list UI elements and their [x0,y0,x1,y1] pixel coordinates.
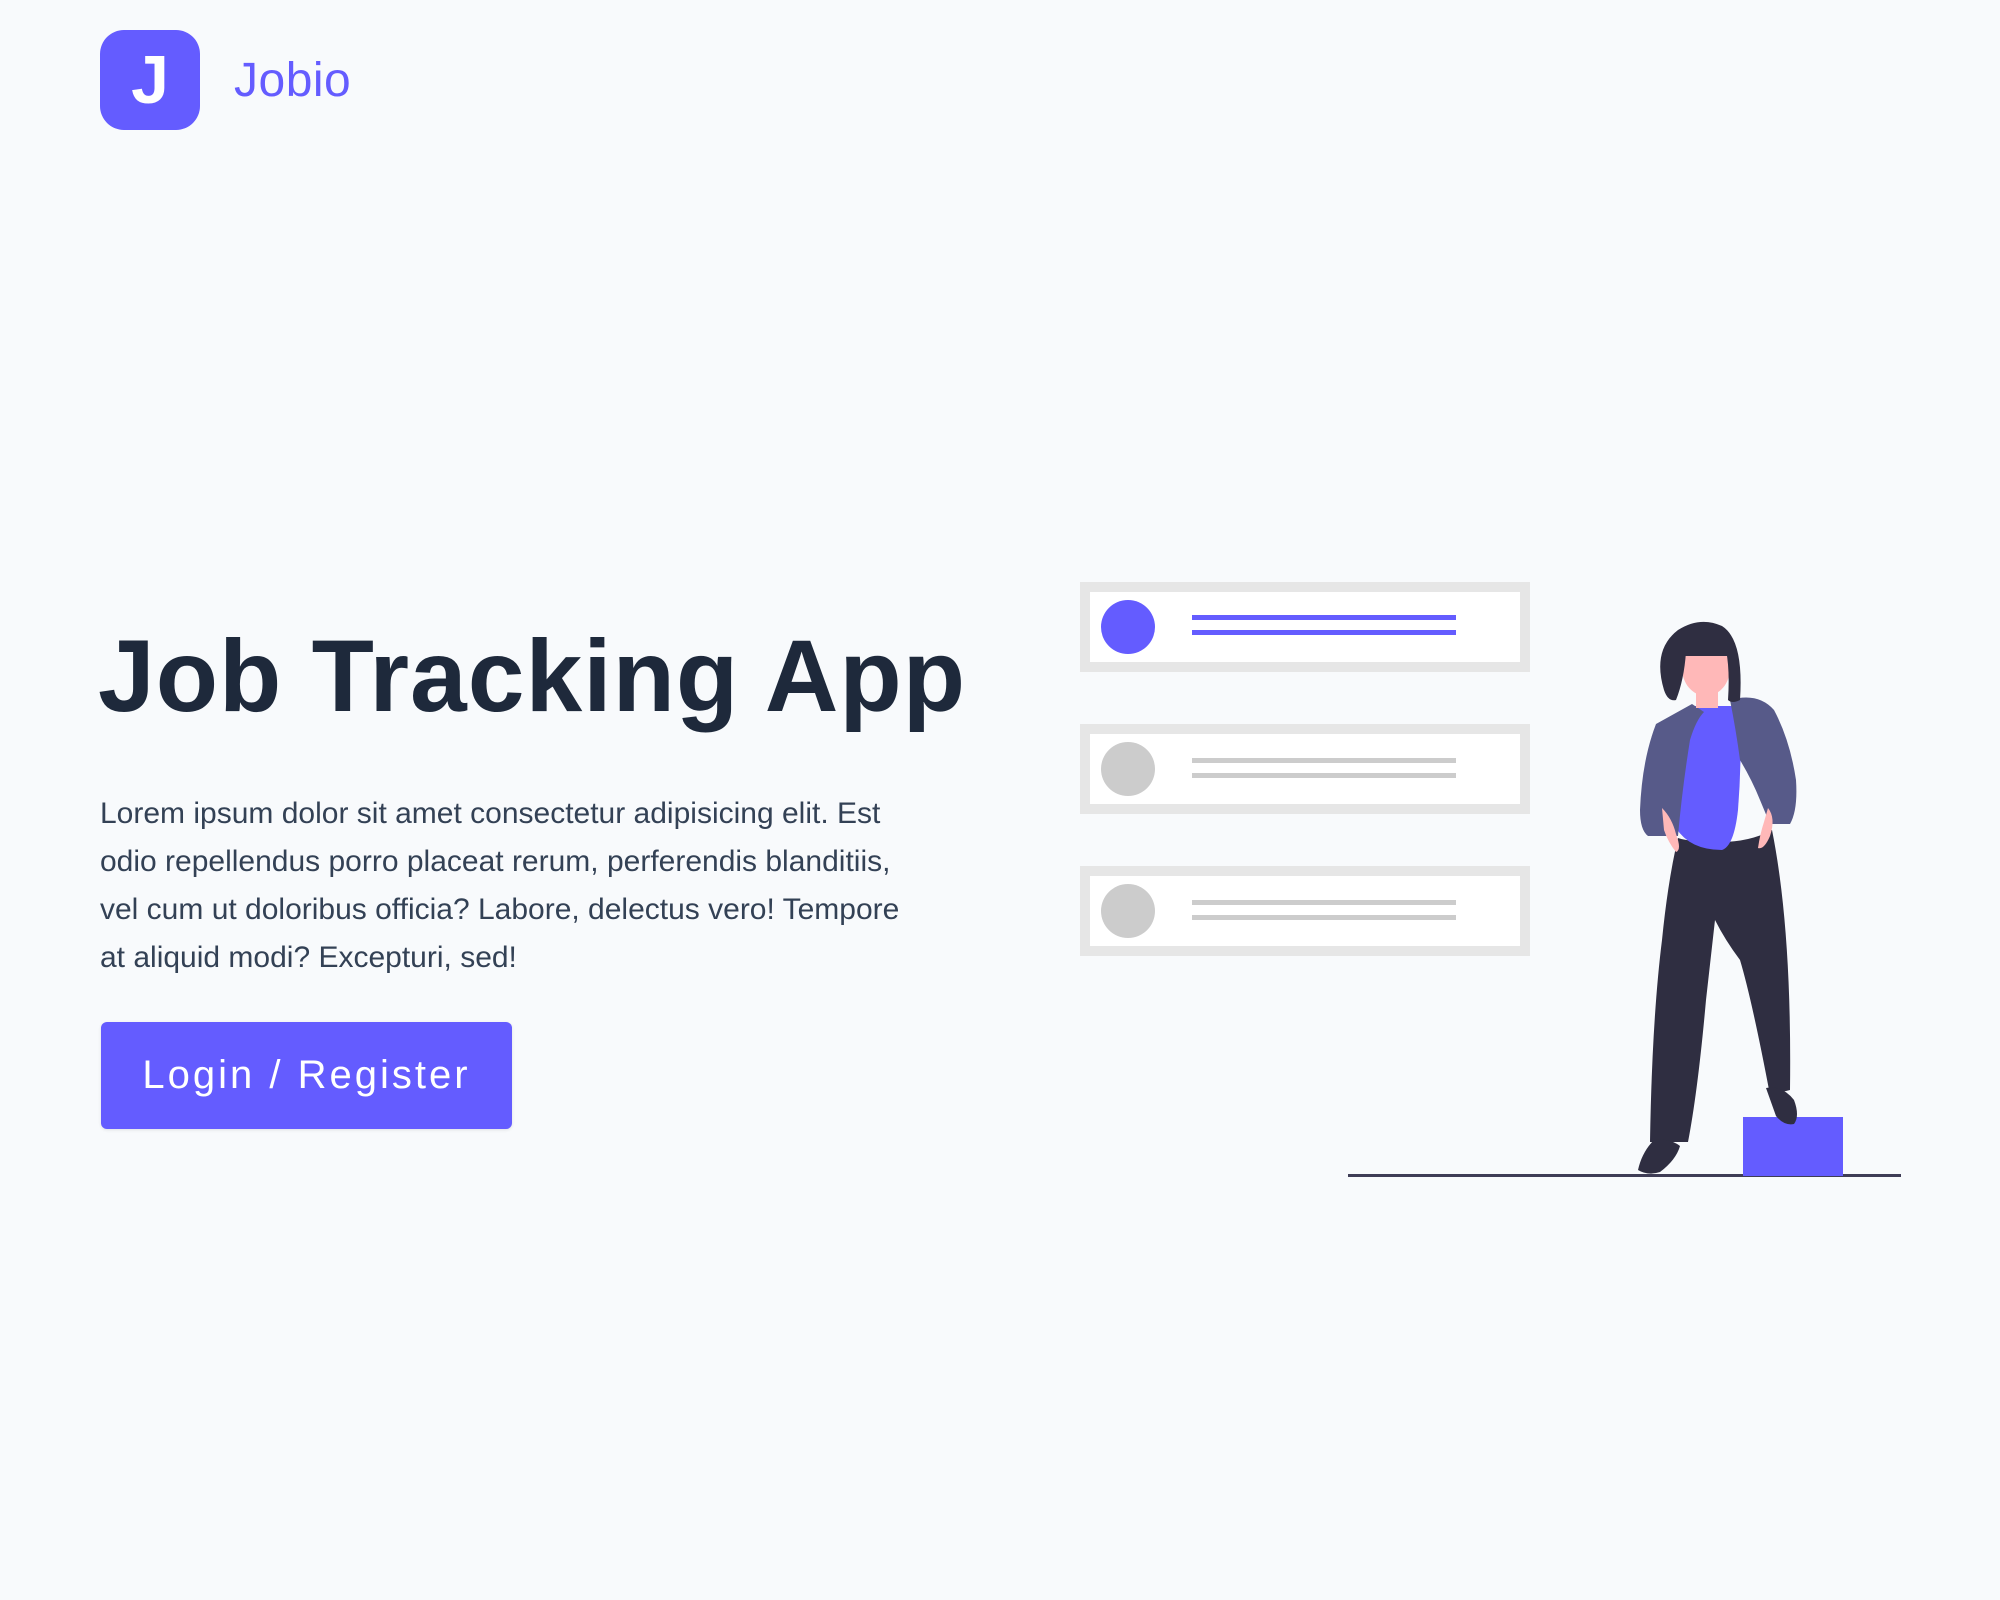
page-title: Job Tracking App [98,619,967,733]
job-card-2 [1080,724,1530,814]
brand-name: Jobio [234,53,352,107]
woman-figure [1638,621,1797,1174]
logo[interactable]: J Jobio [100,30,351,130]
box-icon [1743,1117,1843,1176]
woman-with-job-list-illustration [1080,582,1901,1177]
job-card-3 [1080,866,1530,956]
job-card-1-dot-icon [1101,600,1155,654]
login-register-button[interactable]: Login / Register [101,1022,512,1129]
landing-page: J Jobio Job Tracking App Lorem ipsum dol… [0,0,2000,1600]
job-card-2-dot-icon [1101,742,1155,796]
logo-letter: J [131,42,169,118]
job-card-1 [1080,582,1530,672]
logo-mark-icon: J [100,30,200,130]
job-card-3-dot-icon [1101,884,1155,938]
hero-description: Lorem ipsum dolor sit amet consectetur a… [100,797,900,974]
